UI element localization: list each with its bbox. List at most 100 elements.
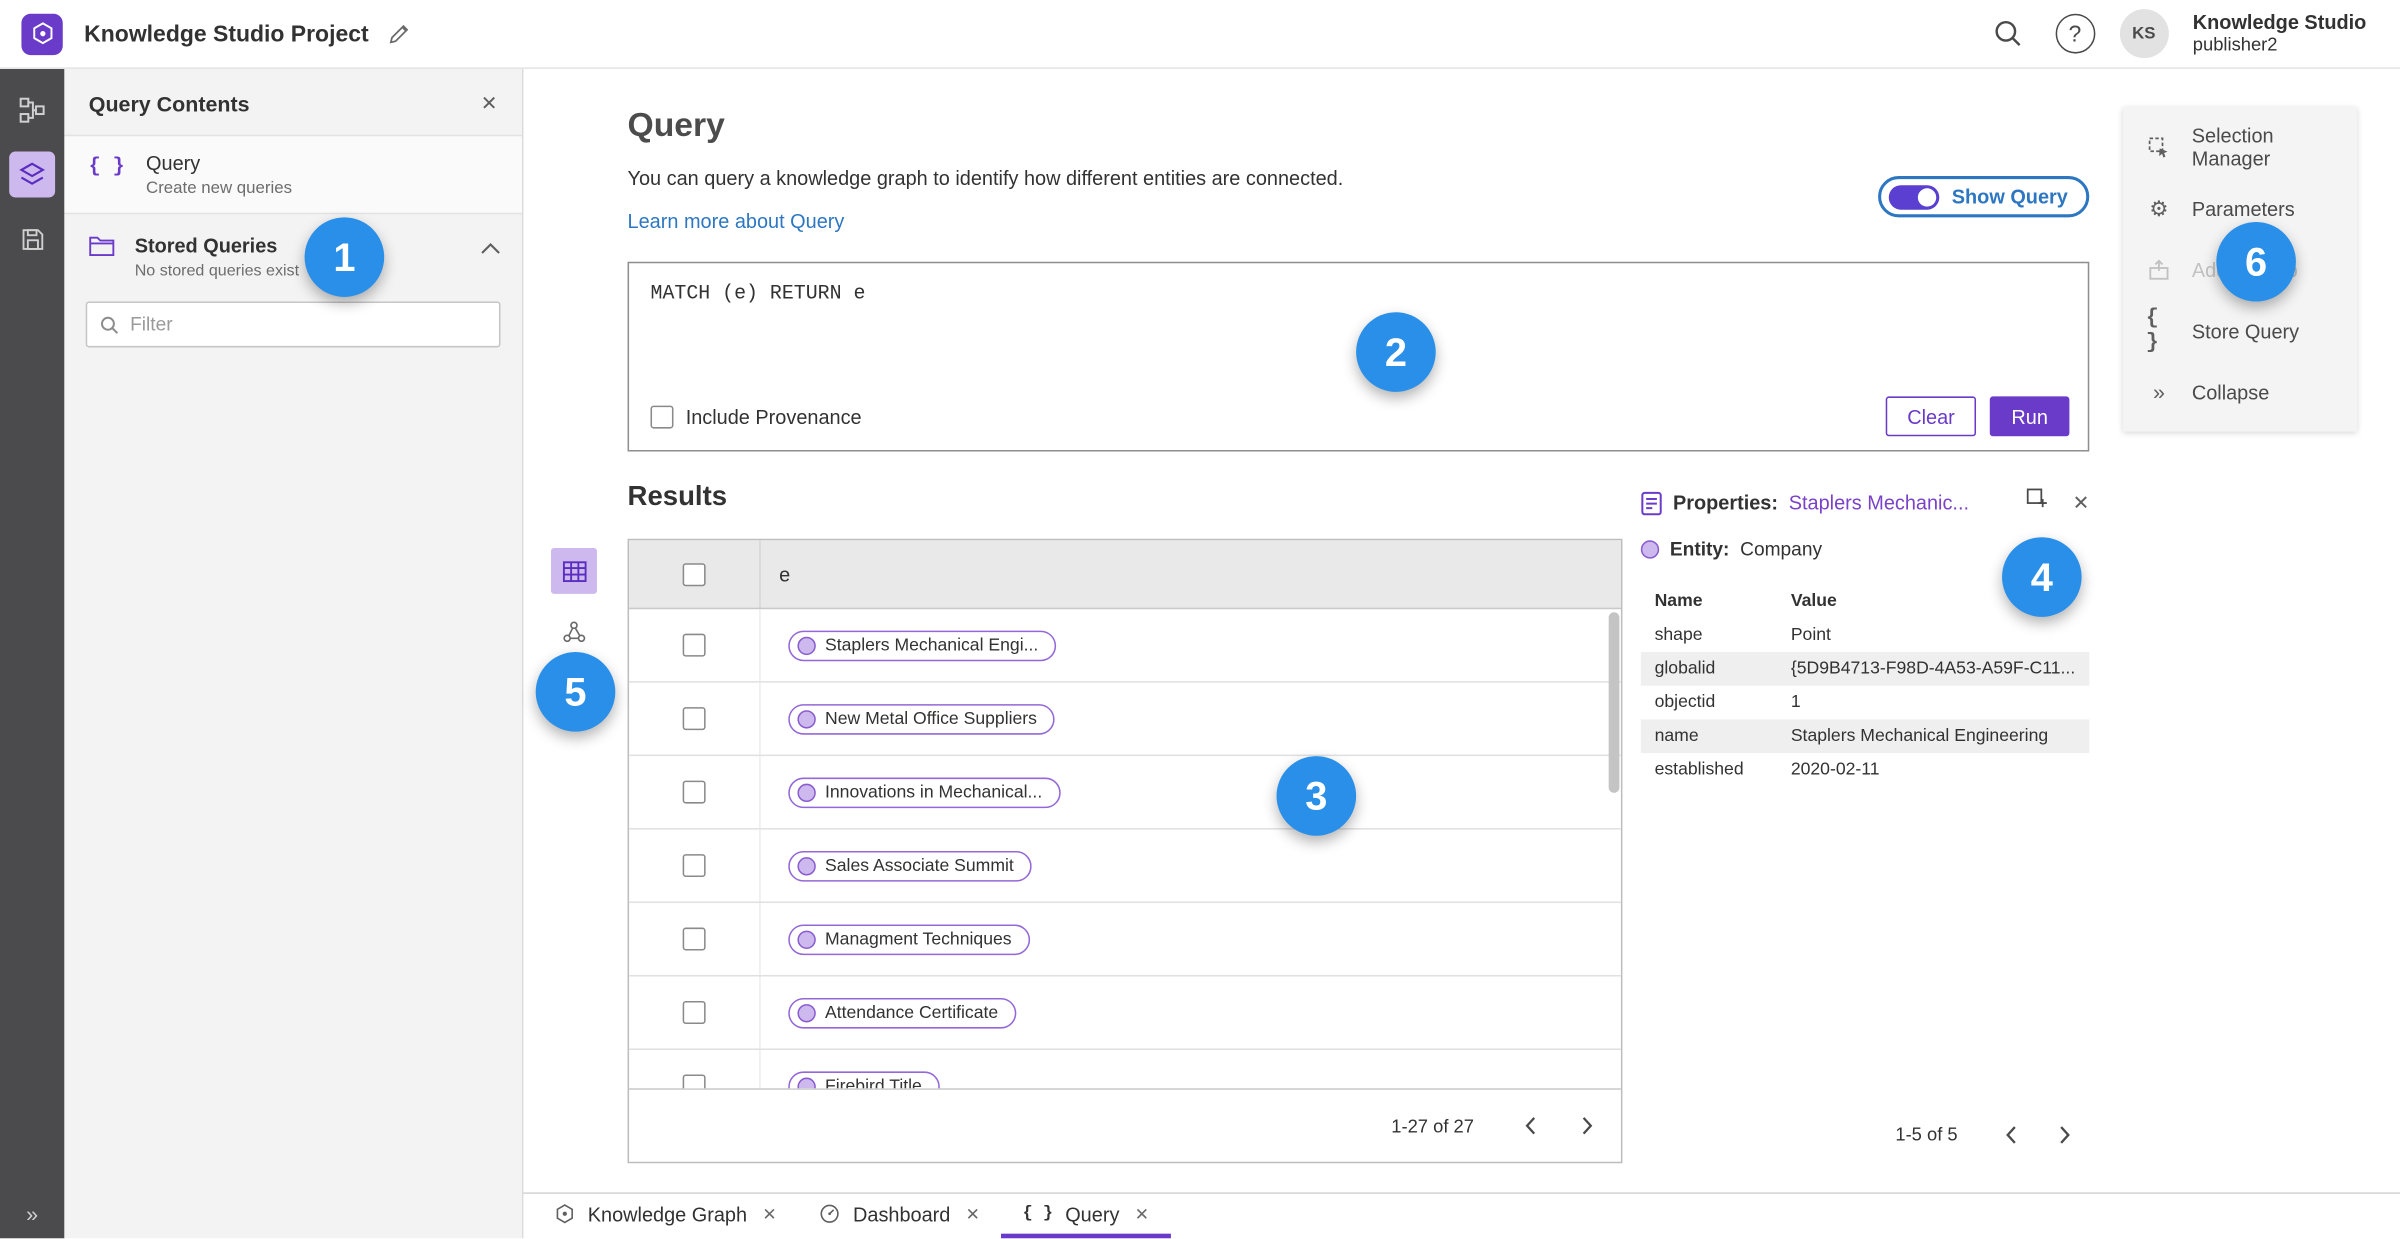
row-checkbox[interactable] <box>682 780 706 804</box>
store-query-braces-icon: { } <box>2145 306 2159 356</box>
gear-icon: ⚙ <box>2149 195 2169 220</box>
results-view-toggle <box>551 547 597 655</box>
table-row: Managment Techniques <box>629 903 1621 977</box>
user-role: publisher2 <box>2192 33 2278 55</box>
query-expression[interactable]: MATCH (e) RETURN e <box>651 282 866 305</box>
close-panel-icon[interactable]: ✕ <box>481 92 498 116</box>
properties-entity-link[interactable]: Staplers Mechanic... <box>1789 491 1969 514</box>
expand-rail-icon[interactable]: » <box>0 1202 64 1226</box>
include-provenance-label: Include Provenance <box>685 404 862 428</box>
row-checkbox[interactable] <box>682 707 706 731</box>
entity-type-value: Company <box>1740 538 1823 561</box>
entity-chip[interactable]: Managment Techniques <box>788 923 1030 955</box>
property-row: objectid 1 <box>1654 693 1801 712</box>
results-scrollbar[interactable] <box>1608 612 1620 793</box>
column-header-e[interactable]: e <box>759 540 1621 608</box>
dashboard-tab-icon <box>819 1203 840 1224</box>
query-item[interactable]: { } Query Create new queries <box>64 134 522 215</box>
row-checkbox[interactable] <box>682 927 706 951</box>
annotation-badge-4: 4 <box>2002 537 2082 617</box>
entity-dot-icon <box>797 929 816 949</box>
entity-type-dot-icon <box>1640 540 1660 559</box>
menu-item-selection-manager[interactable]: Selection Manager <box>2123 116 2357 177</box>
folder-icon <box>89 236 115 256</box>
add-to-selection-icon[interactable] <box>2025 487 2049 519</box>
property-row: established 2020-02-11 <box>1654 760 1880 780</box>
filter-input[interactable] <box>130 313 487 336</box>
save-icon[interactable] <box>9 216 55 262</box>
entity-dot-icon <box>797 782 816 802</box>
property-row: name Staplers Mechanical Engineering <box>1640 719 2090 754</box>
knowledge-graph-tab-icon <box>554 1203 575 1224</box>
help-icon[interactable]: ? <box>2055 13 2095 54</box>
clear-button[interactable]: Clear <box>1885 396 1977 437</box>
annotation-badge-6: 6 <box>2216 221 2296 302</box>
table-row: Innovations in Mechanical... <box>629 756 1621 830</box>
query-page-title: Query <box>627 105 725 144</box>
tab-query[interactable]: { } Query ✕ <box>1001 1194 1171 1239</box>
entity-chip[interactable]: Sales Associate Summit <box>788 850 1033 881</box>
entity-dot-icon <box>797 709 816 728</box>
property-row: globalid {5D9B4713-F98D-4A53-A59F-C11... <box>1640 652 2090 686</box>
row-checkbox[interactable] <box>682 854 706 878</box>
edit-title-icon[interactable] <box>387 22 410 45</box>
left-icon-rail: » <box>0 68 65 1239</box>
data-model-icon[interactable] <box>9 87 55 133</box>
table-row: Sales Associate Summit <box>629 829 1621 904</box>
annotation-badge-1: 1 <box>304 217 385 297</box>
table-row: Firebird Title <box>629 1049 1621 1089</box>
app-logo-icon[interactable] <box>21 13 63 55</box>
results-prev-page-icon[interactable] <box>1511 1106 1551 1146</box>
entity-chip[interactable]: Staplers Mechanical Engi... <box>788 629 1057 661</box>
query-item-sublabel: Create new queries <box>146 179 293 198</box>
properties-prev-page-icon[interactable] <box>1991 1114 2031 1154</box>
close-tab-icon[interactable]: ✕ <box>762 1204 776 1223</box>
query-tab-braces-icon: { } <box>1022 1204 1053 1223</box>
properties-next-page-icon[interactable] <box>2043 1114 2083 1154</box>
table-row: New Metal Office Suppliers <box>629 682 1621 757</box>
learn-more-link[interactable]: Learn more about Query <box>628 210 845 233</box>
panel-title: Query Contents <box>88 91 250 117</box>
include-provenance-checkbox[interactable] <box>650 404 674 428</box>
menu-item-store-query[interactable]: { } Store Query <box>2123 300 2357 361</box>
entity-dot-icon <box>797 856 816 875</box>
results-table-body: Staplers Mechanical Engi... New Metal Of… <box>629 609 1621 1089</box>
table-row: Staplers Mechanical Engi... <box>629 609 1621 683</box>
entity-dot-icon <box>797 635 816 655</box>
close-tab-icon[interactable]: ✕ <box>1135 1204 1149 1223</box>
entity-chip[interactable]: Firebird Title <box>788 1070 941 1089</box>
tab-knowledge-graph[interactable]: Knowledge Graph ✕ <box>533 1194 798 1238</box>
collapse-chevrons-icon: » <box>2152 379 2165 405</box>
entity-chip[interactable]: Innovations in Mechanical... <box>788 776 1061 808</box>
layers-icon[interactable] <box>9 151 56 198</box>
collapse-section-icon[interactable] <box>481 236 501 264</box>
graph-view-icon[interactable] <box>551 609 597 655</box>
close-properties-icon[interactable]: ✕ <box>2073 491 2090 515</box>
results-next-page-icon[interactable] <box>1566 1106 1606 1146</box>
app-window: Knowledge Studio Project ? KS Knowledge … <box>0 0 2400 1239</box>
row-checkbox[interactable] <box>682 1001 706 1024</box>
row-checkbox[interactable] <box>682 1074 706 1089</box>
stored-queries-section[interactable]: Stored Queries No stored queries exist <box>64 214 522 289</box>
toggle-switch-icon[interactable] <box>1888 184 1940 209</box>
results-title: Results <box>627 480 728 512</box>
table-view-icon[interactable] <box>551 547 597 594</box>
main-content: Query You can query a knowledge graph to… <box>523 68 2400 1193</box>
search-icon[interactable] <box>1985 11 2031 57</box>
tab-dashboard[interactable]: Dashboard ✕ <box>798 1194 1001 1238</box>
entity-chip[interactable]: New Metal Office Suppliers <box>788 703 1056 734</box>
run-button[interactable]: Run <box>1990 396 2070 437</box>
user-avatar[interactable]: KS <box>2119 9 2169 59</box>
stored-queries-sublabel: No stored queries exist <box>134 261 300 281</box>
show-query-toggle[interactable]: Show Query <box>1878 176 2090 218</box>
entity-chip[interactable]: Attendance Certificate <box>788 997 1017 1028</box>
annotation-badge-5: 5 <box>535 652 616 732</box>
select-all-checkbox[interactable] <box>682 562 706 586</box>
add-to-map-icon <box>2146 258 2172 281</box>
row-checkbox[interactable] <box>682 633 706 657</box>
menu-item-collapse[interactable]: » Collapse <box>2123 361 2357 422</box>
close-tab-icon[interactable]: ✕ <box>966 1204 980 1223</box>
properties-pagination: 1-5 of 5 <box>1641 1107 2089 1162</box>
annotation-badge-2: 2 <box>1356 312 1436 392</box>
table-row: Attendance Certificate <box>629 976 1621 1050</box>
